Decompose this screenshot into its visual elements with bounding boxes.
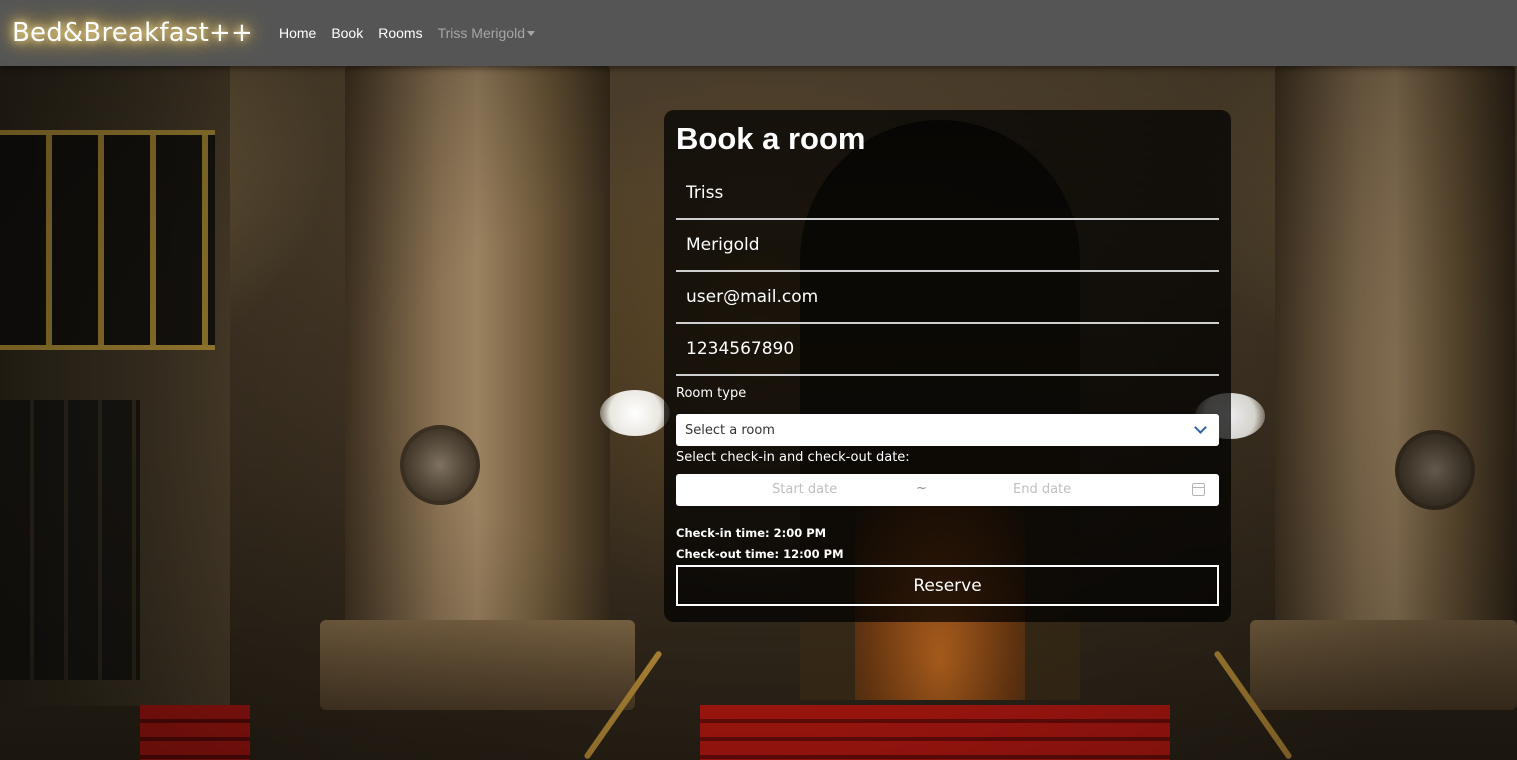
phone-field[interactable] bbox=[676, 324, 1219, 376]
end-date-input[interactable]: End date bbox=[1013, 482, 1071, 497]
room-type-label: Room type bbox=[676, 386, 747, 401]
nav-link-book[interactable]: Book bbox=[331, 25, 363, 41]
reserve-button[interactable]: Reserve bbox=[676, 565, 1219, 606]
room-type-select[interactable]: Select a room bbox=[676, 414, 1219, 446]
user-menu-dropdown[interactable]: Triss Merigold bbox=[438, 25, 535, 41]
caret-down-icon bbox=[526, 30, 535, 36]
date-range-label: Select check-in and check-out date: bbox=[676, 450, 910, 465]
date-range-picker[interactable]: Start date ~ End date bbox=[676, 474, 1219, 506]
email-field[interactable] bbox=[676, 272, 1219, 324]
chevron-down-icon bbox=[1194, 421, 1207, 434]
page-title: Book a room bbox=[676, 121, 866, 156]
nav-links: Home Book Rooms Triss Merigold bbox=[279, 25, 550, 41]
top-navbar: Bed&Breakfast++ Home Book Rooms Triss Me… bbox=[0, 0, 1517, 66]
room-select-value: Select a room bbox=[685, 422, 775, 438]
booking-form-card: Book a room Room type Select a room Sele… bbox=[664, 110, 1231, 622]
calendar-icon[interactable] bbox=[1192, 483, 1205, 496]
date-separator: ~ bbox=[916, 481, 927, 496]
first-name-field[interactable] bbox=[676, 168, 1219, 220]
checkin-time-info: Check-in time: 2:00 PM bbox=[676, 526, 827, 540]
brand-logo[interactable]: Bed&Breakfast++ bbox=[12, 18, 253, 48]
nav-link-home[interactable]: Home bbox=[279, 25, 316, 41]
checkout-time-info: Check-out time: 12:00 PM bbox=[676, 547, 844, 561]
user-menu-label: Triss Merigold bbox=[437, 25, 525, 41]
last-name-field[interactable] bbox=[676, 220, 1219, 272]
nav-link-rooms[interactable]: Rooms bbox=[378, 25, 422, 41]
start-date-input[interactable]: Start date bbox=[772, 482, 837, 497]
